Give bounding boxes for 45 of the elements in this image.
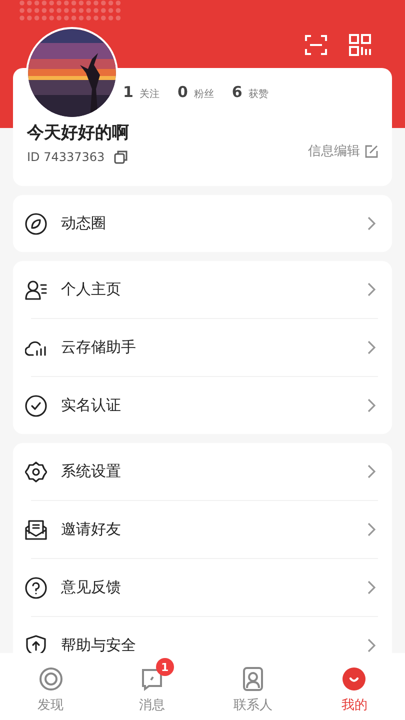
chevron-right-icon xyxy=(367,282,376,297)
chat-icon xyxy=(140,667,164,691)
settings-icon xyxy=(25,460,47,482)
menu-item[interactable]: 邀请好友 xyxy=(25,501,378,558)
help-icon xyxy=(25,576,47,598)
tab[interactable]: 发现 xyxy=(0,653,102,720)
shield-icon xyxy=(25,634,47,653)
edit-icon xyxy=(365,144,378,158)
edit-profile-button[interactable]: 信息编辑 xyxy=(308,142,378,160)
user-name: 今天好好的啊 xyxy=(27,122,130,144)
tab[interactable]: 1 消息 xyxy=(101,653,202,720)
smiley-icon xyxy=(342,667,366,691)
menu-item[interactable]: 意见反馈 xyxy=(25,559,378,616)
menu-item[interactable]: 系统设置 xyxy=(25,443,378,500)
stat-count: 6 xyxy=(232,83,242,101)
menu-item[interactable]: 帮助与安全 xyxy=(25,617,378,653)
contact-card-icon xyxy=(241,667,266,691)
tab[interactable]: 我的 xyxy=(304,653,405,720)
check-circle-icon xyxy=(25,394,47,416)
chevron-right-icon xyxy=(367,464,376,479)
badge: 1 xyxy=(156,658,174,676)
stat-count: 0 xyxy=(177,83,188,101)
menu-item[interactable]: 云存储助手 xyxy=(25,319,378,376)
tab[interactable]: 联系人 xyxy=(202,653,304,720)
chevron-right-icon xyxy=(367,398,376,413)
chevron-right-icon xyxy=(367,638,376,653)
stat-label: 粉丝 xyxy=(194,88,214,101)
chevron-right-icon xyxy=(367,340,376,355)
person-list-icon xyxy=(25,278,47,300)
scan-icon[interactable] xyxy=(305,35,327,55)
envelope-icon xyxy=(25,518,47,540)
user-id: ID 74337363 xyxy=(27,150,105,164)
chevron-right-icon xyxy=(367,216,376,231)
stat-count: 1 xyxy=(123,83,134,101)
stat-label: 关注 xyxy=(139,88,160,101)
chevron-right-icon xyxy=(367,522,376,537)
compass-icon xyxy=(25,212,47,234)
menu-item[interactable]: 实名认证 xyxy=(25,377,378,434)
stat-label: 获赞 xyxy=(248,88,268,101)
chevron-right-icon xyxy=(367,580,376,595)
qr-code-icon[interactable] xyxy=(349,34,371,56)
menu-item[interactable]: 个人主页 xyxy=(25,261,378,318)
copy-icon[interactable] xyxy=(114,150,128,164)
menu-item[interactable]: 动态圈 xyxy=(25,195,378,252)
target-icon xyxy=(38,667,63,691)
